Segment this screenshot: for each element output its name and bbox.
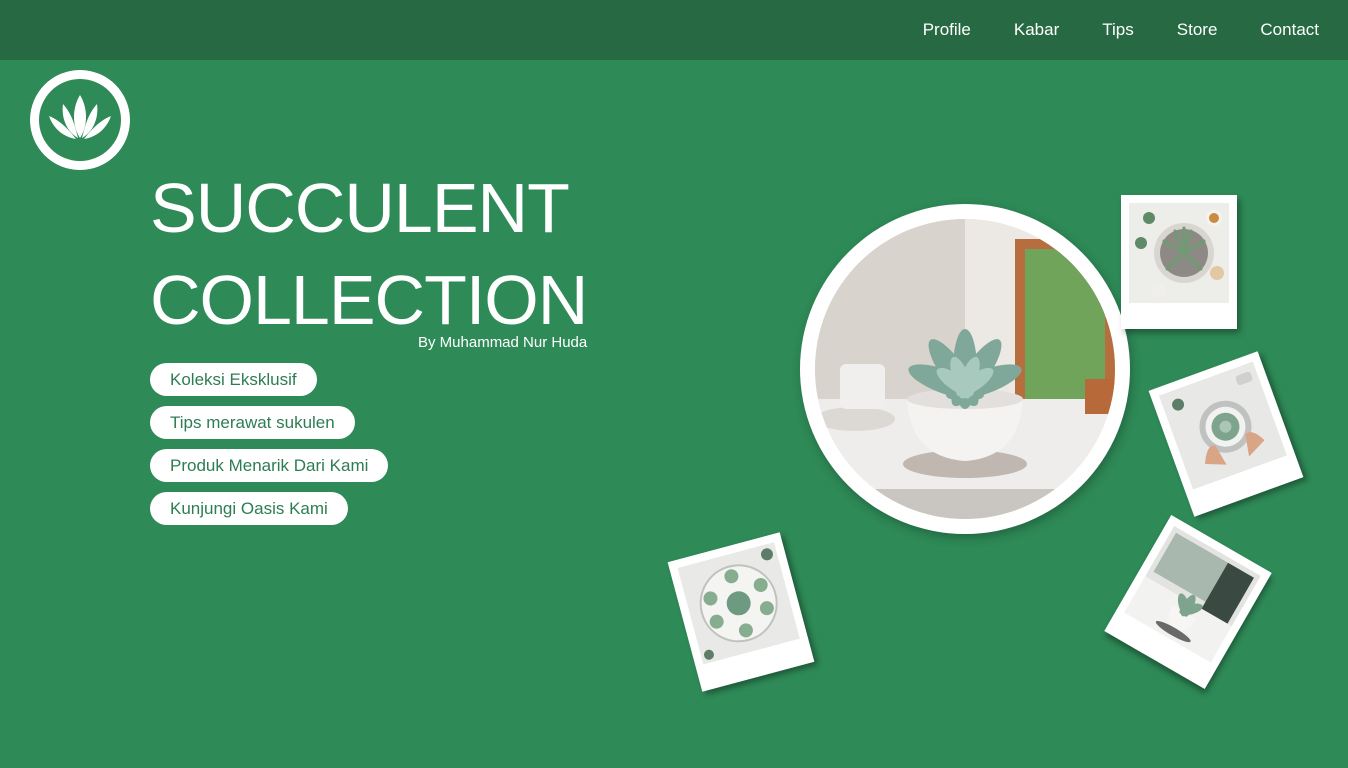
hero-title-line2: COLLECTION bbox=[150, 261, 588, 339]
hero-title-line1: SUCCULENT bbox=[150, 169, 570, 247]
hands-pot-photo bbox=[1158, 361, 1288, 490]
polaroid-photo-hands-holding-pot bbox=[1148, 351, 1304, 517]
nav-link-kabar[interactable]: Kabar bbox=[1014, 20, 1059, 40]
pill-tips-merawat[interactable]: Tips merawat sukulen bbox=[150, 406, 355, 439]
succulent-tray-photo bbox=[677, 542, 800, 665]
succulent-pot-photo bbox=[815, 219, 1115, 519]
nav-links: Profile Kabar Tips Store Contact bbox=[923, 0, 1319, 60]
nav-link-tips[interactable]: Tips bbox=[1102, 20, 1134, 40]
top-navbar: Profile Kabar Tips Store Contact bbox=[0, 0, 1348, 60]
pill-kunjungi-oasis[interactable]: Kunjungi Oasis Kami bbox=[150, 492, 348, 525]
logo-inner-circle bbox=[39, 79, 121, 161]
main-succulent-photo-frame bbox=[800, 204, 1130, 534]
pill-koleksi-eksklusif[interactable]: Koleksi Eksklusif bbox=[150, 363, 317, 396]
polaroid-photo-topview-plant bbox=[1121, 195, 1237, 329]
hero-title: SUCCULENT COLLECTION bbox=[150, 162, 588, 346]
polaroid-photo-window-plant bbox=[1104, 514, 1272, 690]
nav-link-store[interactable]: Store bbox=[1177, 20, 1218, 40]
pill-produk-menarik[interactable]: Produk Menarik Dari Kami bbox=[150, 449, 389, 482]
nav-link-contact[interactable]: Contact bbox=[1260, 20, 1319, 40]
polaroid-photo-succulent-tray bbox=[667, 532, 815, 692]
author-byline: By Muhammad Nur Huda bbox=[418, 334, 588, 351]
window-pot-photo bbox=[1124, 525, 1261, 663]
lotus-leaves-icon bbox=[49, 95, 111, 139]
site-logo[interactable] bbox=[30, 70, 130, 170]
feature-pill-list: Koleksi Eksklusif Tips merawat sukulen P… bbox=[150, 363, 389, 525]
nav-link-profile[interactable]: Profile bbox=[923, 20, 971, 40]
aloe-topview-photo bbox=[1129, 203, 1229, 303]
